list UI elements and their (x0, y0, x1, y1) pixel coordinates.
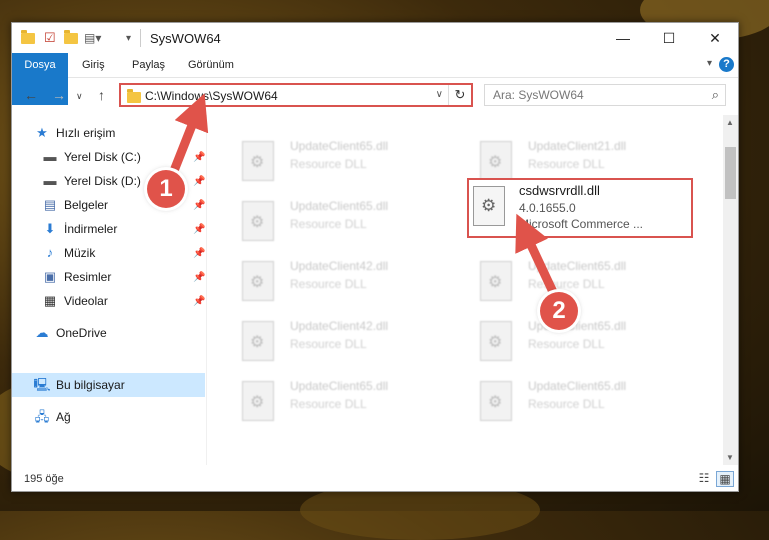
callout-arrows (163, 93, 565, 309)
callout-badge-1: 1 (147, 170, 185, 208)
callout-badge-2: 2 (540, 292, 578, 330)
